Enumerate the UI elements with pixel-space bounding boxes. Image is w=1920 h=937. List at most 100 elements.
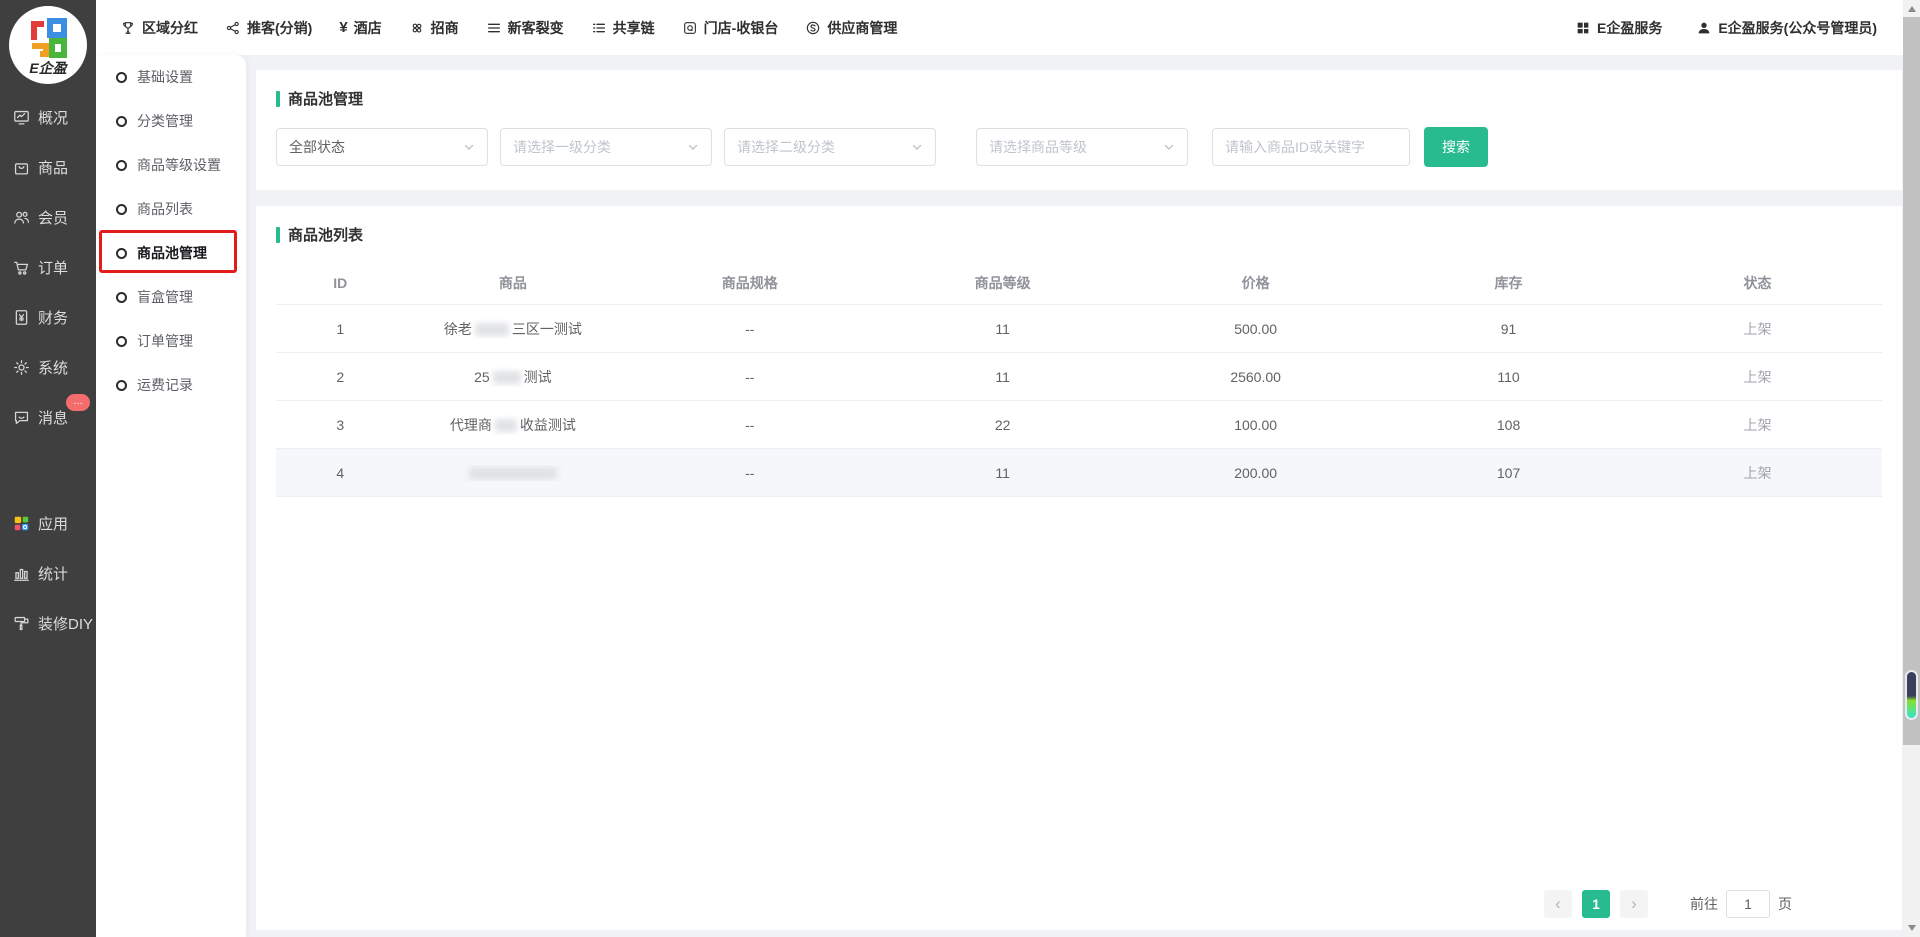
pinwheel-icon: [409, 20, 425, 36]
submenu-item-shipping-records[interactable]: 运费记录: [96, 363, 246, 407]
topnav-item-store-cashier[interactable]: 门店-收银台: [682, 18, 779, 38]
sidebar-item-system[interactable]: 系统: [0, 342, 96, 392]
topnav-item-promoter-distribution[interactable]: 推客(分销): [225, 18, 312, 38]
list-icon: [591, 20, 607, 36]
keyword-input[interactable]: [1212, 128, 1410, 166]
submenu-item-category-management[interactable]: 分类管理: [96, 99, 246, 143]
topnav-item-label: 新客裂变: [508, 18, 564, 38]
topbar: 区域分红 推客(分销) ¥ 酒店 招商 新客裂变 共享链 门店-收银台 供应商管: [96, 0, 1903, 55]
column-header-product: 商品: [404, 273, 621, 293]
cell-status: 上架: [1633, 319, 1882, 339]
members-icon: [12, 208, 31, 227]
scrollbar-thumb[interactable]: [1903, 17, 1920, 745]
sidebar-item-diy[interactable]: 装修DIY: [0, 598, 96, 648]
table-row[interactable]: 2 25测试 -- 11 2560.00 110 上架: [276, 353, 1882, 401]
brand-logo[interactable]: E企盈: [9, 6, 87, 84]
table-row[interactable]: 1 徐老三区一测试 -- 11 500.00 91 上架: [276, 305, 1882, 353]
grid-icon: [1575, 20, 1591, 36]
filter-row: 全部状态 请选择一级分类 请选择二级分类 请选择商品等级 搜索: [276, 127, 1902, 167]
redaction-blur: [493, 371, 521, 384]
messages-badge: …: [66, 394, 90, 411]
bullet-circle-icon: [116, 116, 127, 127]
cell-id: 2: [276, 369, 404, 385]
share-icon: [225, 20, 241, 36]
submenu-item-basic-settings[interactable]: 基础设置: [96, 55, 246, 99]
column-header-level: 商品等级: [878, 273, 1127, 293]
sidebar-item-messages[interactable]: 消息 …: [0, 392, 96, 442]
cell-status: 上架: [1633, 367, 1882, 387]
sidebar-item-label: 统计: [38, 563, 68, 584]
cell-product: [404, 465, 621, 481]
sidebar-item-apps[interactable]: 应用: [0, 498, 96, 548]
goods-level-select[interactable]: 请选择商品等级: [976, 128, 1188, 166]
sidebar-item-orders[interactable]: 订单: [0, 242, 96, 292]
goto-page-input[interactable]: [1726, 890, 1770, 918]
column-header-stock: 库存: [1384, 273, 1633, 293]
sidebar-item-label: 财务: [38, 307, 68, 328]
service-menu[interactable]: E企盈服务: [1575, 18, 1662, 38]
scrollbar-up-arrow-icon[interactable]: [1908, 6, 1916, 12]
topnav-item-supplier-management[interactable]: 供应商管理: [805, 18, 897, 38]
submenu-item-label: 商品等级设置: [137, 155, 221, 175]
prev-page-button[interactable]: ‹: [1544, 890, 1572, 918]
service-menu-label: E企盈服务: [1597, 18, 1662, 38]
scrollbar-down-arrow-icon[interactable]: [1908, 925, 1916, 931]
bullet-circle-icon: [116, 292, 127, 303]
table-row[interactable]: 4 -- 11 200.00 107 上架: [276, 449, 1882, 497]
cell-price: 2560.00: [1127, 369, 1384, 385]
status-select[interactable]: 全部状态: [276, 128, 488, 166]
topnav-item-hotel[interactable]: ¥ 酒店: [339, 18, 381, 38]
submenu-item-order-management[interactable]: 订单管理: [96, 319, 246, 363]
goto-unit-label: 页: [1778, 894, 1792, 914]
user-icon: [1696, 20, 1712, 36]
sidebar-item-members[interactable]: 会员: [0, 192, 96, 242]
cart-icon: [12, 258, 31, 277]
cell-spec: --: [621, 417, 878, 433]
bullet-circle-icon: [116, 336, 127, 347]
status-select-value: 全部状态: [289, 137, 345, 157]
sidebar-item-finance[interactable]: 财务: [0, 292, 96, 342]
sidebar-item-overview[interactable]: 概况: [0, 92, 96, 142]
topbar-right: E企盈服务 E企盈服务(公众号管理员): [1575, 18, 1877, 38]
bar-chart-icon: [12, 564, 31, 583]
topnav-item-new-customer-fission[interactable]: 新客裂变: [486, 18, 564, 38]
submenu-item-label: 基础设置: [137, 67, 193, 87]
submenu-item-label: 盲盒管理: [137, 287, 193, 307]
paint-roller-icon: [12, 614, 31, 633]
submenu-item-goods-list[interactable]: 商品列表: [96, 187, 246, 231]
cell-stock: 108: [1384, 417, 1633, 433]
column-header-spec: 商品规格: [621, 273, 878, 293]
sidebar-item-goods[interactable]: 商品: [0, 142, 96, 192]
account-menu[interactable]: E企盈服务(公众号管理员): [1696, 18, 1877, 38]
bullet-circle-icon: [116, 160, 127, 171]
submenu-item-goods-level-settings[interactable]: 商品等级设置: [96, 143, 246, 187]
topnav-item-regional-dividend[interactable]: 区域分红: [120, 18, 198, 38]
scrollbar-track[interactable]: [1903, 0, 1920, 937]
apps-grid-icon: [12, 514, 31, 533]
cell-spec: --: [621, 465, 878, 481]
topnav-item-sharing-chain[interactable]: 共享链: [591, 18, 655, 38]
redaction-blur: [469, 467, 557, 480]
submenu-item-label: 订单管理: [137, 331, 193, 351]
submenu-item-goods-pool-management[interactable]: 商品池管理: [96, 231, 246, 275]
sidebar-item-stats[interactable]: 统计: [0, 548, 96, 598]
cell-id: 1: [276, 321, 404, 337]
award-icon: [120, 20, 136, 36]
page-1-button[interactable]: 1: [1582, 890, 1610, 918]
cell-spec: --: [621, 369, 878, 385]
submenu-item-label: 分类管理: [137, 111, 193, 131]
cell-level: 11: [878, 465, 1127, 481]
primary-nav: 概况 商品 会员 订单 财务 系统 消息 … 应用: [0, 92, 96, 648]
search-button[interactable]: 搜索: [1424, 127, 1488, 167]
next-page-button[interactable]: ›: [1620, 890, 1648, 918]
topnav-item-investment[interactable]: 招商: [409, 18, 459, 38]
scroll-progress-indicator: [1905, 670, 1918, 720]
submenu-item-blind-box-management[interactable]: 盲盒管理: [96, 275, 246, 319]
category2-select[interactable]: 请选择二级分类: [724, 128, 936, 166]
table-panel: 商品池列表 ID 商品 商品规格 商品等级 价格 库存 状态 1 徐老三区一测试…: [256, 206, 1902, 930]
column-header-price: 价格: [1127, 273, 1384, 293]
category1-select[interactable]: 请选择一级分类: [500, 128, 712, 166]
chevron-down-icon: [687, 141, 699, 153]
filter-panel: 商品池管理 全部状态 请选择一级分类 请选择二级分类 请选择商品等级 搜索: [256, 70, 1902, 190]
table-row[interactable]: 3 代理商收益测试 -- 22 100.00 108 上架: [276, 401, 1882, 449]
